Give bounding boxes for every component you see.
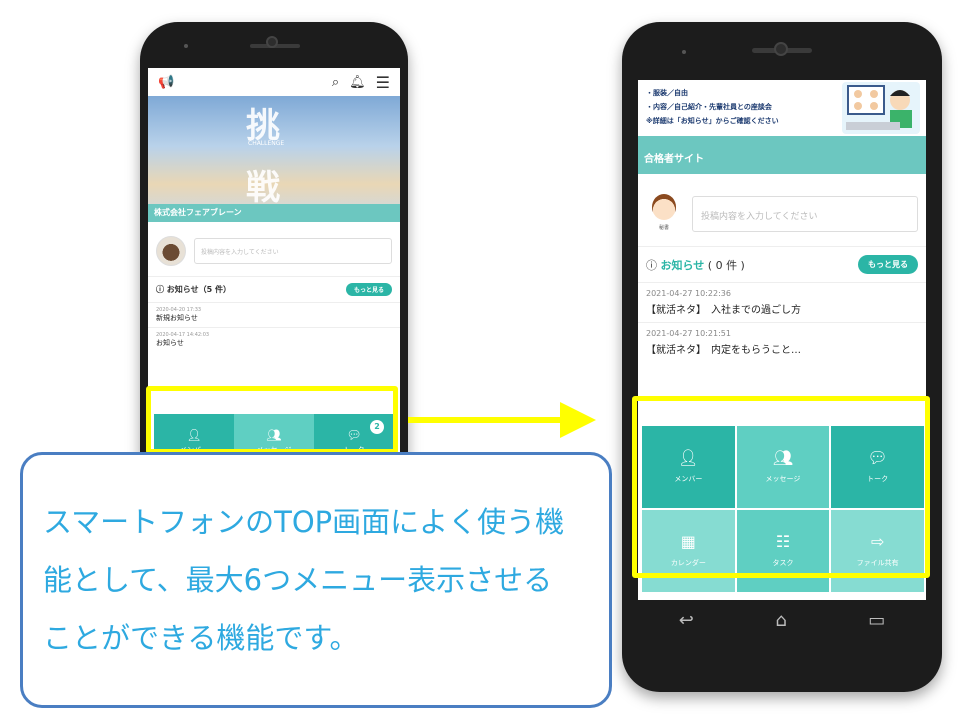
- bell-icon[interactable]: 🔔︎: [349, 75, 366, 90]
- company-band: 株式会社フェアブレーン: [148, 204, 400, 222]
- news-item[interactable]: 2021-04-27 10:21:51 【就活ネタ】 内定をもらうこと…: [638, 322, 926, 362]
- more-button[interactable]: もっと見る: [345, 283, 392, 296]
- online-meeting-illustration: [842, 82, 920, 134]
- callout-line: ことができる機能です。: [43, 621, 359, 655]
- news-text: 新規お知らせ: [156, 314, 198, 322]
- sensor-dot: [682, 50, 686, 54]
- avatar[interactable]: [156, 236, 186, 266]
- slide: 📢 ⌕ 🔔︎ ☰ 挑 CHALLENGE 戦 株式会社フェアブレーン 投稿内容を…: [0, 0, 960, 720]
- news-text: お知らせ: [156, 339, 184, 347]
- back-icon[interactable]: ↩: [679, 610, 694, 631]
- camera: [266, 36, 278, 48]
- avatar-face: [652, 194, 676, 220]
- post-row: 投稿内容を入力してください: [148, 222, 400, 276]
- callout-line: 能として、最大6つメニュー表示させる: [43, 563, 553, 597]
- arrow-head: [560, 402, 596, 438]
- hero-image: 挑 CHALLENGE 戦 株式会社フェアブレーン: [148, 96, 400, 222]
- news-header: ⓘ お知らせ ( 0 件 ) もっと見る: [638, 246, 926, 282]
- post-input[interactable]: 投稿内容を入力してください: [692, 196, 918, 232]
- avatar-label: 秘書: [658, 225, 669, 231]
- news-count: ( 0 件 ): [707, 258, 745, 272]
- arrow-shaft: [408, 417, 568, 423]
- news-title: ⓘ お知らせ ( 0 件 ): [646, 258, 745, 272]
- android-nav-bar: ↩ ⌂ ▭: [638, 600, 926, 640]
- news-text: 【就活ネタ】 内定をもらうこと…: [646, 345, 801, 356]
- avatar[interactable]: 秘書: [646, 194, 682, 234]
- description-callout: スマートフォンのTOP画面によく使う機 能として、最大6つメニュー表示させる こ…: [20, 452, 612, 708]
- event-banner[interactable]: ・服装／自由 ・内容／自己紹介・先輩社員との座談会 ※詳細は「お知らせ」からご確…: [638, 80, 926, 136]
- top-bar: 📢 ⌕ 🔔︎ ☰: [148, 68, 400, 96]
- highlight-box-left: [146, 386, 398, 454]
- news-title-text: お知らせ（5 件）: [166, 285, 231, 294]
- megaphone-icon[interactable]: 📢: [158, 75, 174, 90]
- news-item[interactable]: 2020-04-17 14:42:03 お知らせ: [148, 327, 400, 352]
- news-item[interactable]: 2020-04-20 17:33 新規お知らせ: [148, 302, 400, 327]
- camera: [774, 42, 788, 56]
- news-title-text: お知らせ: [660, 258, 705, 272]
- news-item[interactable]: 2021-04-27 10:22:36 【就活ネタ】 入社までの過ごし方: [638, 282, 926, 322]
- hero-kanji-2: 戦: [246, 168, 280, 208]
- site-title-band: 合格者サイト: [638, 136, 926, 174]
- news-header: ⓘ お知らせ（5 件） もっと見る: [148, 276, 400, 302]
- right-phone: ・服装／自由 ・内容／自己紹介・先輩社員との座談会 ※詳細は「お知らせ」からご確…: [622, 22, 942, 692]
- news-text: 【就活ネタ】 入社までの過ごし方: [646, 305, 801, 316]
- hero-subtext: CHALLENGE: [248, 140, 285, 147]
- post-row: 秘書 投稿内容を入力してください: [638, 174, 926, 246]
- callout-line: スマートフォンのTOP画面によく使う機: [43, 505, 565, 539]
- news-date: 2021-04-27 10:21:51: [646, 329, 731, 338]
- home-icon[interactable]: ⌂: [775, 610, 786, 631]
- sensor-dot: [184, 44, 188, 48]
- more-button[interactable]: もっと見る: [858, 255, 918, 274]
- post-input[interactable]: 投稿内容を入力してください: [194, 238, 392, 264]
- search-icon[interactable]: ⌕: [332, 75, 339, 90]
- highlight-box-right: [632, 396, 930, 578]
- news-title: ⓘ お知らせ（5 件）: [156, 285, 231, 294]
- recent-apps-icon[interactable]: ▭: [868, 610, 885, 631]
- menu-icon[interactable]: ☰: [376, 73, 390, 92]
- news-date: 2021-04-27 10:22:36: [646, 289, 731, 298]
